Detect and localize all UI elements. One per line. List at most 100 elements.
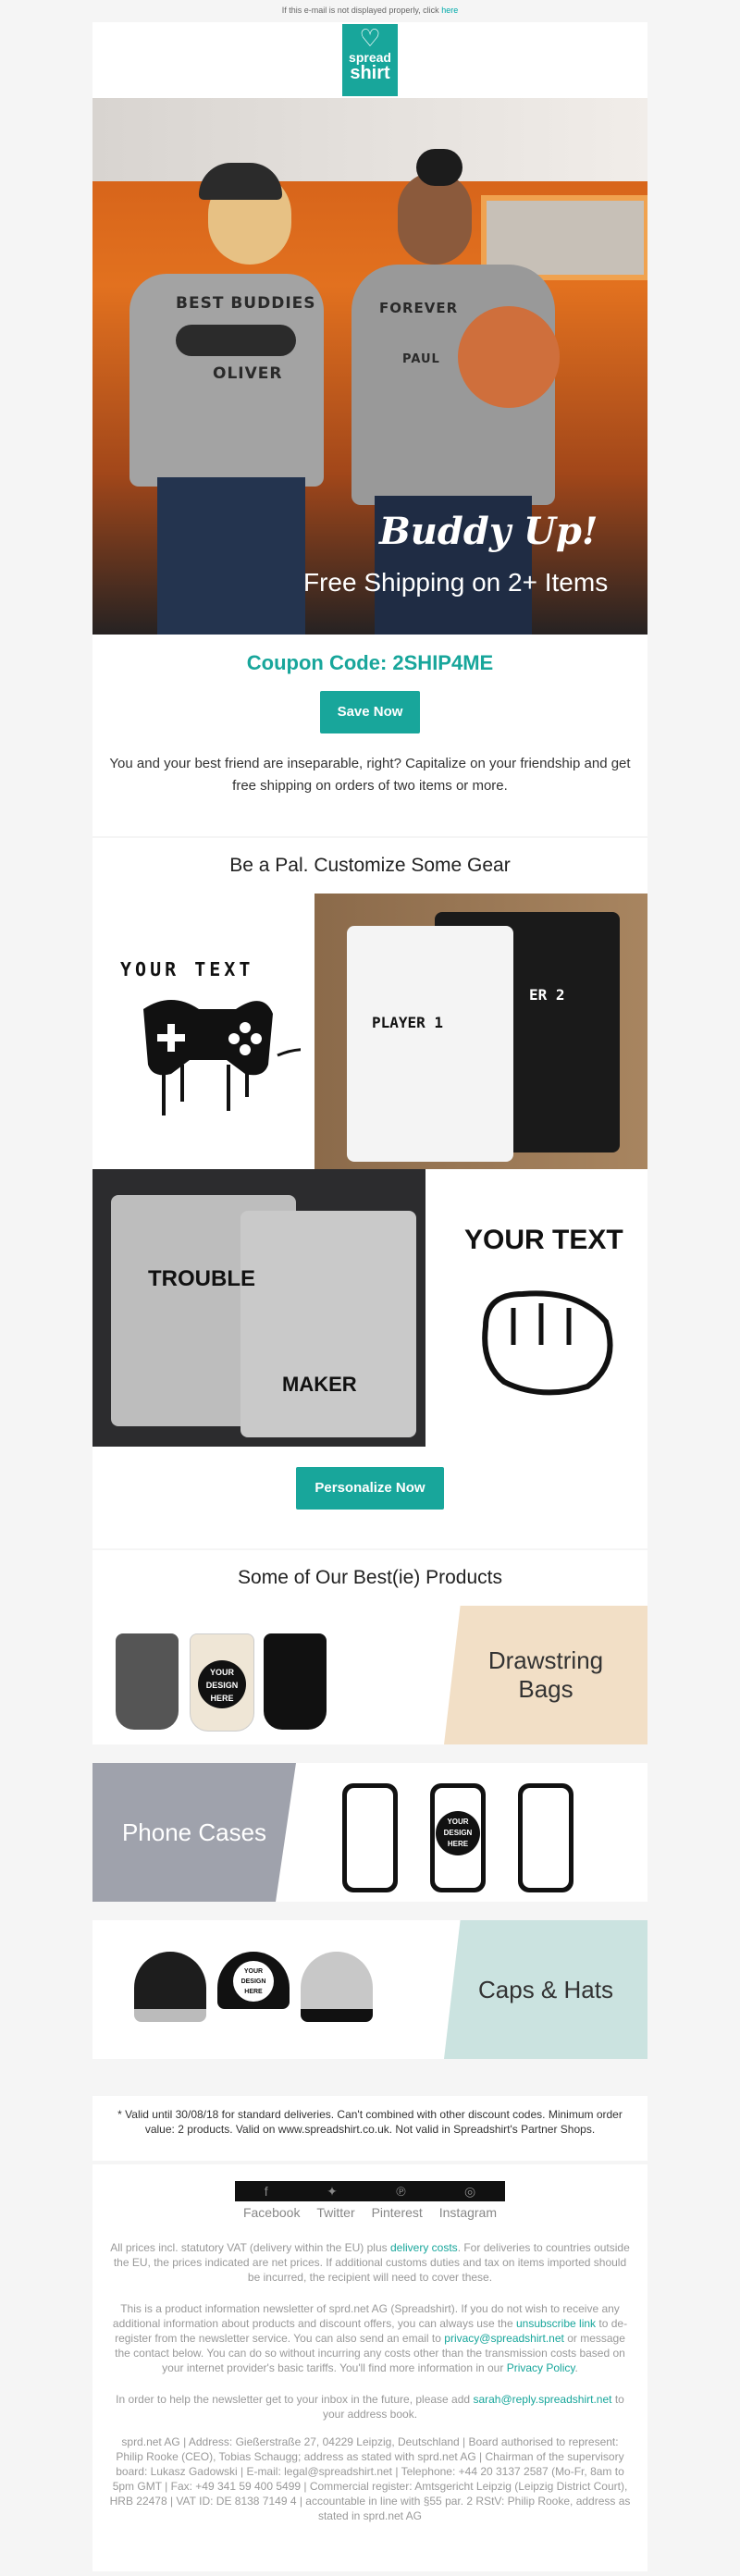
instagram-icon[interactable]: ◎ (464, 2184, 475, 2200)
shirt1-top-text: BEST BUDDIES (176, 294, 316, 313)
basketball (458, 306, 560, 408)
phones-label: Phone Cases (121, 1818, 267, 1846)
shirt2-bottom-text: PAUL (402, 352, 440, 366)
person1-pants (157, 477, 305, 635)
natural-bag: YOUR DESIGN HERE (190, 1633, 254, 1732)
design-line3: HERE (447, 1840, 469, 1848)
bags-label: Drawstring Bags (487, 1646, 604, 1703)
save-now-button[interactable]: Save Now (320, 691, 420, 733)
reply-email-link[interactable]: sarah@reply.spreadshirt.net (473, 2393, 611, 2406)
your-text-label-2: YOUR TEXT (464, 1225, 623, 1255)
vat-text: All prices incl. statutory VAT (delivery… (110, 2241, 388, 2254)
design-line1: YOUR (209, 1668, 234, 1677)
product-caps-hats[interactable]: YOUR DESIGN HERE Caps & Hats (92, 1920, 648, 2059)
pinterest-link[interactable]: Pinterest (372, 2205, 423, 2220)
grey-bag (116, 1633, 179, 1730)
design-line3: HERE (244, 1989, 263, 1995)
top-note: If this e-mail is not displayed properly… (0, 6, 740, 15)
gear-photo-1: PLAYER 1 ER 2 (314, 894, 648, 1169)
your-text-label-1: YOUR TEXT (120, 958, 254, 980)
design-line1: YOUR (243, 1968, 264, 1975)
products-title-bar: Some of Our Best(ie) Products (92, 1550, 648, 1606)
gear-design-panel-2: YOUR TEXT (426, 1169, 648, 1447)
design-line3: HERE (210, 1694, 234, 1703)
privacy-email-link[interactable]: privacy@spreadshirt.net (444, 2332, 564, 2345)
footer-vat: All prices incl. statutory VAT (delivery… (109, 2240, 631, 2285)
instagram-link[interactable]: Instagram (439, 2205, 497, 2220)
personalize-now-button[interactable]: Personalize Now (296, 1467, 444, 1510)
gear-title: Be a Pal. Customize Some Gear (229, 855, 511, 876)
caps-label: Caps & Hats (478, 1975, 613, 2003)
trouble-text: TROUBLE (148, 1266, 255, 1291)
caps-label-panel: Caps & Hats (444, 1920, 648, 2059)
twitter-link[interactable]: Twitter (316, 2205, 354, 2220)
your-design-badge-bag: YOUR DESIGN HERE (198, 1660, 246, 1708)
white-tee (347, 926, 513, 1162)
products-title: Some of Our Best(ie) Products (238, 1567, 502, 1588)
twitter-icon[interactable]: ✦ (327, 2184, 338, 2200)
person2-hair (416, 149, 462, 186)
logo-line2: shirt (350, 63, 390, 83)
delivery-costs-link[interactable]: delivery costs (390, 2241, 458, 2254)
your-design-badge-phone: YOUR DESIGN HERE (436, 1811, 480, 1855)
player2-text: ER 2 (529, 986, 565, 1004)
footer: f ✦ ℗ ◎ Facebook Twitter Pinterest Insta… (92, 2164, 648, 2571)
light-grey-cap (301, 1952, 373, 2022)
maker-text: MAKER (282, 1373, 357, 1396)
gear-title-bar: Be a Pal. Customize Some Gear (92, 838, 648, 894)
hero-title: Buddy Up! (379, 510, 598, 553)
gear-photo-2: TROUBLE MAKER (92, 1169, 426, 1447)
gear-row-controller[interactable]: YOUR TEXT PLAYER 1 ER 2 (92, 894, 648, 1169)
pinterest-icon[interactable]: ℗ (396, 2184, 405, 2199)
facebook-link[interactable]: Facebook (243, 2205, 300, 2220)
footer-info: This is a product information newsletter… (112, 2302, 628, 2374)
grey-brim-cap (134, 1952, 206, 2022)
phone-case-1 (342, 1783, 398, 1892)
hero-sky (92, 98, 648, 181)
product-phone-cases[interactable]: Phone Cases YOUR DESIGN HERE (92, 1763, 648, 1902)
top-note-link[interactable]: here (441, 6, 458, 15)
gear-design-panel-1: YOUR TEXT (92, 894, 314, 1169)
design-line1: YOUR (447, 1818, 469, 1826)
shirt1-bottom-text: OLIVER (213, 364, 283, 383)
footer-inbox: In order to help the newsletter get to y… (109, 2392, 631, 2422)
hero-subtitle: Free Shipping on 2+ Items (303, 568, 609, 597)
inbox-text-a: In order to help the newsletter get to y… (116, 2393, 471, 2406)
black-cap: YOUR DESIGN HERE (217, 1952, 290, 2009)
personalize-section: Personalize Now (92, 1447, 648, 1548)
shirt2-top-text: FOREVER (379, 300, 459, 316)
coupon-section: Coupon Code: 2SHIP4ME Save Now You and y… (92, 635, 648, 836)
phone-case-2: YOUR DESIGN HERE (430, 1783, 486, 1892)
product-drawstring-bags[interactable]: YOUR DESIGN HERE Drawstring Bags (92, 1606, 648, 1744)
intro-text: You and your best friend are inseparable… (109, 756, 631, 794)
design-line2: DESIGN (240, 1978, 266, 1985)
player1-text: PLAYER 1 (372, 1014, 444, 1031)
design-line2: DESIGN (205, 1681, 239, 1690)
email-page: If this e-mail is not displayed properly… (0, 0, 740, 2576)
your-design-badge-cap: YOUR DESIGN HERE (233, 1961, 274, 2002)
privacy-policy-link[interactable]: Privacy Policy (507, 2361, 575, 2374)
person2-head (398, 172, 472, 265)
unsubscribe-link[interactable]: unsubscribe link (516, 2317, 596, 2330)
fist-icon (482, 1290, 613, 1396)
social-labels: Facebook Twitter Pinterest Instagram (235, 2205, 505, 2220)
phones-label-panel: Phone Cases (92, 1763, 296, 1902)
footer-company: sprd.net AG | Address: Gießerstraße 27, … (109, 2435, 631, 2522)
skateboard-graphic (176, 325, 296, 356)
gear-row-fist[interactable]: TROUBLE MAKER YOUR TEXT (92, 1169, 648, 1447)
social-icons-bar: f ✦ ℗ ◎ (235, 2181, 505, 2201)
hero-image[interactable]: BEST BUDDIES OLIVER FOREVER PAUL Buddy U… (92, 98, 648, 635)
gamepad-icon (143, 1000, 301, 1115)
spreadshirt-logo[interactable]: ♡ spread shirt (342, 24, 398, 96)
black-bag (264, 1633, 327, 1730)
top-note-text: If this e-mail is not displayed properly… (281, 6, 439, 15)
facebook-icon[interactable]: f (265, 2184, 268, 2199)
logo-bar: ♡ spread shirt (92, 22, 648, 98)
coupon-code: Coupon Code: 2SHIP4ME (246, 651, 494, 674)
phone-case-3 (518, 1783, 574, 1892)
disclaimer-text: * Valid until 30/08/18 for standard deli… (117, 2108, 623, 2136)
bags-label-panel: Drawstring Bags (444, 1606, 648, 1744)
grey-tee-front (240, 1211, 416, 1437)
heart-icon: ♡ (359, 24, 381, 52)
disclaimer-section: * Valid until 30/08/18 for standard deli… (92, 2096, 648, 2161)
